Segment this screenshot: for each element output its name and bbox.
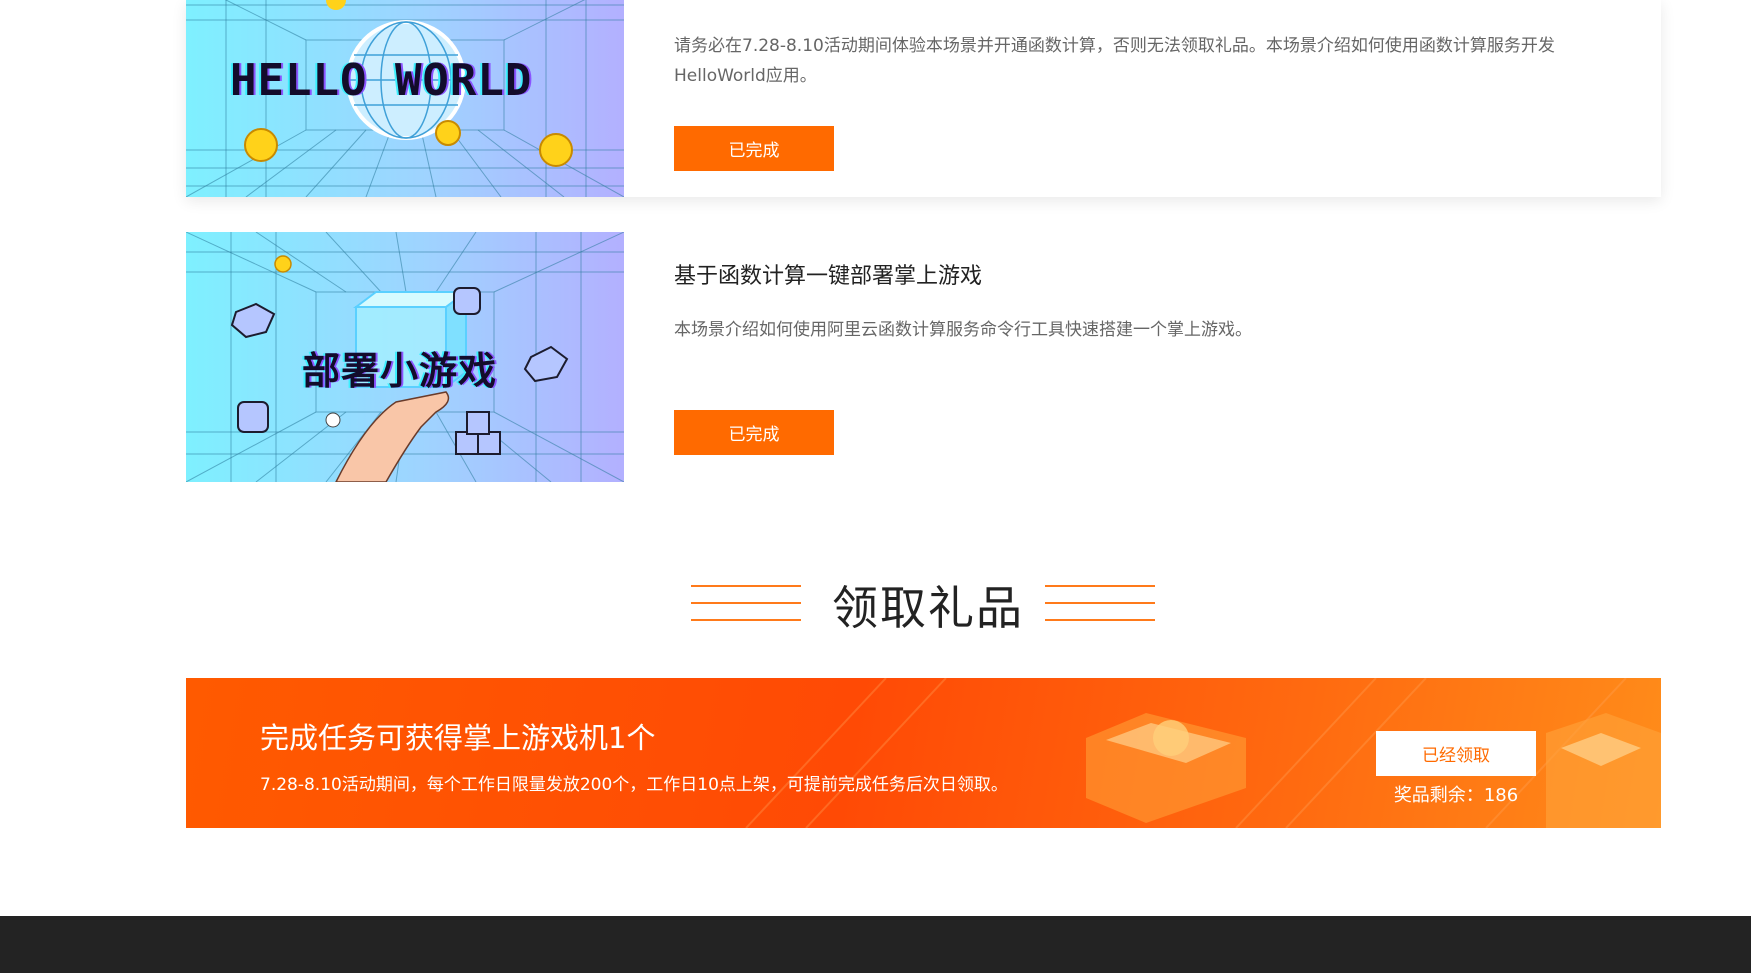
thumbnail-title: 部署小游戏	[302, 349, 498, 393]
task-card-hello-world: HELLO WORLD 请务必在7.28-8.10活动期间体验本场景并开通函数计…	[186, 0, 1661, 197]
claimed-button[interactable]: 已经领取	[1376, 731, 1536, 776]
decorative-lines-left	[691, 577, 801, 621]
gift-description: 7.28-8.10活动期间，每个工作日限量发放200个，工作日10点上架，可提前…	[260, 775, 1008, 795]
section-header-gift: 领取礼品	[0, 570, 1751, 640]
section-title: 领取礼品	[832, 581, 1024, 635]
gift-banner: 完成任务可获得掌上游戏机1个 7.28-8.10活动期间，每个工作日限量发放20…	[186, 678, 1661, 828]
task-completed-button[interactable]: 已完成	[674, 126, 834, 171]
task-card-mini-game: 部署小游戏 基于函数计算一键部署掌上游戏 本场景介绍如何使用阿里云函数计算服务命…	[186, 232, 1661, 482]
gift-title: 完成任务可获得掌上游戏机1个	[260, 721, 656, 755]
prize-remaining-count: 186	[1483, 785, 1519, 806]
task-thumbnail-hello-world: HELLO WORLD	[186, 0, 624, 197]
decorative-lines-right	[1045, 577, 1155, 621]
task-description: 请务必在7.28-8.10活动期间体验本场景并开通函数计算，否则无法领取礼品。本…	[674, 36, 1555, 86]
prize-remaining-label: 奖品剩余：	[1393, 785, 1484, 806]
thumbnail-title: HELLO WORLD	[230, 55, 533, 106]
task-description: 本场景介绍如何使用阿里云函数计算服务命令行工具快速搭建一个掌上游戏。	[674, 320, 1252, 340]
task-title: 基于函数计算一键部署掌上游戏	[674, 264, 983, 289]
task-completed-button[interactable]: 已完成	[674, 410, 834, 455]
page-footer	[0, 916, 1751, 973]
task-thumbnail-mini-game: 部署小游戏	[186, 232, 624, 482]
prize-remaining: 奖品剩余：186	[1376, 781, 1536, 807]
